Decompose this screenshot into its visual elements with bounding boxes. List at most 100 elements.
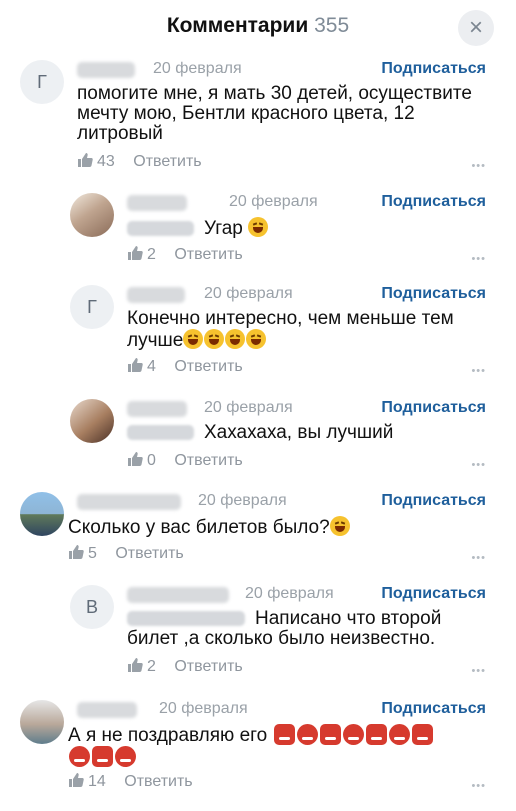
like-button[interactable]: 5 [68,544,97,563]
subscribe-button[interactable]: Подписаться [381,492,486,510]
like-count: 4 [147,358,156,375]
reply-button[interactable]: Ответить [133,153,201,170]
comment-meta: 20 февраля Подписаться [77,492,486,516]
thumbs-up-icon [128,358,143,372]
devil-face-icon [342,724,364,745]
comment-body: Конечно интересно, чем меньше тем лучше [127,308,454,351]
comment-date: 20 февраля [159,700,248,717]
thumbs-up-icon [78,153,93,167]
like-button[interactable]: 43 [77,152,115,171]
avatar[interactable] [70,399,114,443]
more-options-icon[interactable]: ••• [471,253,486,265]
blurred-reply-target [127,611,245,627]
comment-item: 20 февраля Подписаться Хахахаха, вы лучш… [70,399,486,479]
comment-item: 20 февраля Подписаться А я не поздравляю… [20,700,486,805]
more-options-icon[interactable]: ••• [471,780,486,792]
blurred-author-name [77,62,135,78]
blurred-author-name [127,587,229,603]
rofl-emoji-icon [246,329,267,349]
close-icon[interactable]: × [458,10,494,46]
like-button[interactable]: 0 [127,451,156,470]
comment-date: 20 февраля [204,399,293,416]
comment-date: 20 февраля [198,492,287,509]
comment-text: Сколько у вас билетов было? [68,516,486,538]
devil-mask-icon [365,724,387,745]
like-count: 2 [147,246,156,263]
rofl-emoji-icon [248,217,269,237]
devil-face-icon [388,724,410,745]
devil-mask-icon [411,724,433,745]
comment-date: 20 февраля [204,285,293,302]
blurred-author-name [127,401,187,417]
comment-item: Г 20 февраля Подписаться Конечно интерес… [70,285,486,380]
blurred-reply-target [127,425,194,441]
devil-face-icon [115,746,136,767]
avatar[interactable]: Г [20,60,64,104]
comment-date: 20 февраля [153,60,242,77]
thumbs-up-icon [128,452,143,466]
comment-item: Г 20 февраля Подписаться помогите мне, я… [20,60,486,175]
like-button[interactable]: 4 [127,357,156,376]
devil-face-icon [69,746,90,767]
reply-button[interactable]: Ответить [124,773,192,790]
comment-text: Написано что второй билет ,а сколько был… [127,609,486,649]
page-title: Комментарии 355 [0,14,516,38]
thumbs-up-icon [128,246,143,260]
comments-header: Комментарии 355 × [0,0,516,58]
comment-meta: 20 февраля Подписаться [127,285,486,309]
reply-button[interactable]: Ответить [174,658,242,675]
more-options-icon[interactable]: ••• [471,665,486,677]
subscribe-button[interactable]: Подписаться [381,285,486,303]
devil-mask-icon [319,724,341,745]
like-button[interactable]: 14 [68,772,106,791]
subscribe-button[interactable]: Подписаться [381,399,486,417]
comment-item: 20 февраля Подписаться Сколько у вас бил… [20,492,486,567]
blurred-author-name [127,195,187,211]
comment-text: А я не поздравляю его [68,724,486,768]
devil-mask-icon [273,724,295,745]
blurred-author-name [127,287,185,303]
subscribe-button[interactable]: Подписаться [381,193,486,211]
more-options-icon[interactable]: ••• [471,160,486,172]
comment-actions: 0 Ответить ••• [127,451,486,473]
comment-body: Угар [204,218,243,239]
thumbs-up-icon [128,658,143,672]
rofl-emoji-icon [225,329,246,349]
comment-date: 20 февраля [245,585,334,602]
comment-body: А я не поздравляю его [68,725,268,746]
reply-button[interactable]: Ответить [174,358,242,375]
comment-meta: 20 февраля Подписаться [127,585,486,609]
comment-date: 20 февраля [229,193,318,210]
reply-button[interactable]: Ответить [115,545,183,562]
comment-actions: 4 Ответить ••• [127,357,486,379]
comment-meta: 20 февраля Подписаться [127,399,486,423]
like-button[interactable]: 2 [127,657,156,676]
like-count: 0 [147,452,156,469]
subscribe-button[interactable]: Подписаться [381,585,486,603]
comment-actions: 43 Ответить ••• [77,152,486,174]
avatar[interactable] [20,492,64,536]
rofl-emoji-icon [204,329,225,349]
avatar[interactable] [20,700,64,744]
comment-actions: 2 Ответить ••• [127,245,486,267]
blurred-author-name [77,494,181,510]
grinning-emoji-icon [329,516,350,536]
avatar[interactable]: В [70,585,114,629]
reply-button[interactable]: Ответить [174,246,242,263]
comments-count: 355 [314,14,350,37]
more-options-icon[interactable]: ••• [471,365,486,377]
subscribe-button[interactable]: Подписаться [381,700,486,718]
reply-button[interactable]: Ответить [174,452,242,469]
more-options-icon[interactable]: ••• [471,552,486,564]
subscribe-button[interactable]: Подписаться [381,60,486,78]
comment-body: Сколько у вас билетов было? [68,517,330,538]
like-count: 2 [147,658,156,675]
like-button[interactable]: 2 [127,245,156,264]
avatar[interactable]: Г [70,285,114,329]
thumbs-up-icon [69,545,84,559]
comment-text: Конечно интересно, чем меньше тем лучше [127,309,486,351]
more-options-icon[interactable]: ••• [471,459,486,471]
avatar[interactable] [70,193,114,237]
like-count: 14 [88,773,106,790]
comments-title: Комментарии [166,14,309,37]
